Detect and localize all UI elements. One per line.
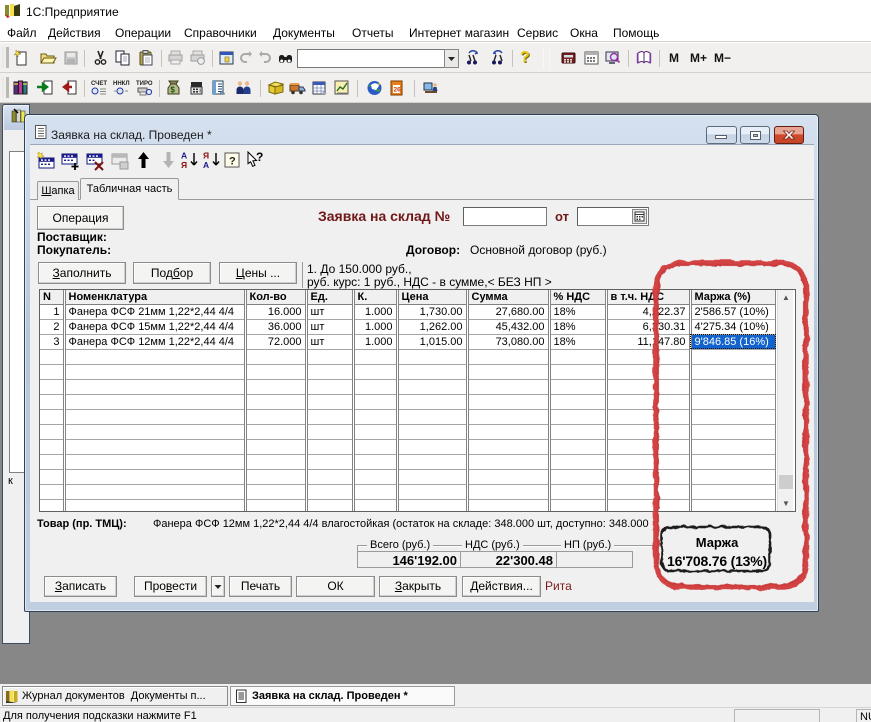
- svg-text:26: 26: [394, 87, 402, 94]
- svg-text:ТИРО: ТИРО: [136, 81, 153, 87]
- svg-text:$: $: [170, 86, 175, 95]
- svg-text:А: А: [203, 160, 209, 170]
- svg-text:Я: Я: [203, 151, 209, 161]
- svg-text:?: ?: [229, 156, 236, 168]
- svg-text:СЧЕТ: СЧЕТ: [91, 81, 107, 87]
- svg-text:Я: Я: [181, 160, 187, 170]
- svg-text:ННКЛ: ННКЛ: [113, 81, 130, 87]
- svg-text:А: А: [181, 151, 187, 161]
- svg-text:?: ?: [256, 150, 263, 164]
